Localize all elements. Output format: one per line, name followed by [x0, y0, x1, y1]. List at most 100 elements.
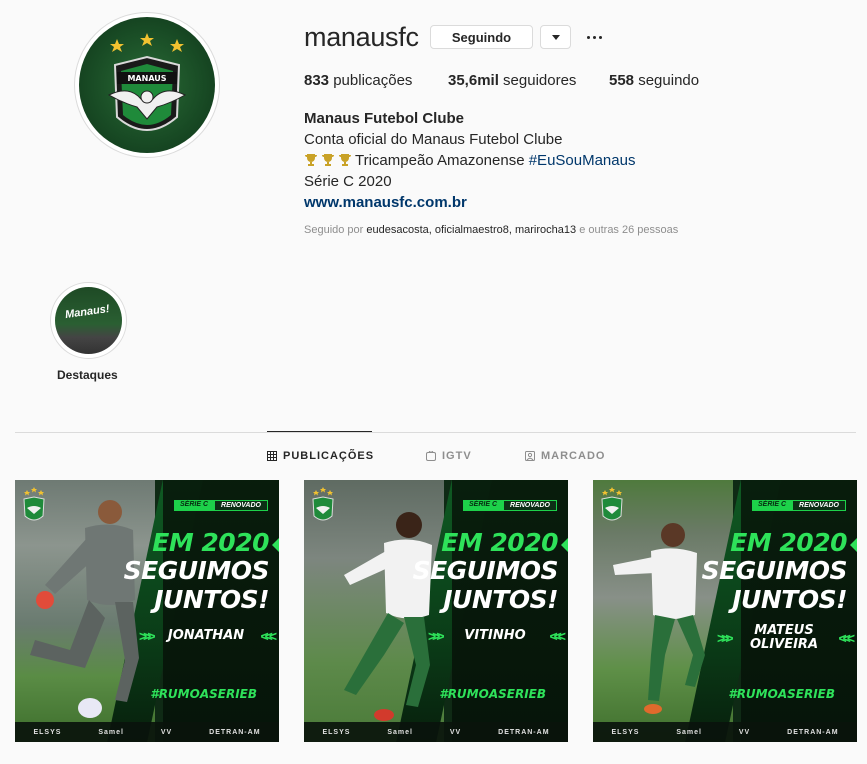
- manaus-fc-crest-icon: MANAUS: [107, 33, 187, 131]
- sponsor-logo: DETRAN-AM: [787, 728, 839, 736]
- tab-igtv[interactable]: IGTV: [426, 450, 472, 462]
- chevron-down-icon: [551, 34, 560, 40]
- trophy-icon: [305, 154, 317, 166]
- post-headline: SEGUIMOS: [701, 556, 848, 585]
- player-first-name: MATEUS: [754, 623, 814, 638]
- post-tag: SÉRIE C RENOVADO: [752, 500, 846, 511]
- suggestions-dropdown-button[interactable]: [540, 25, 571, 49]
- sponsor-bar: ELSYS Samel VV DETRAN-AM: [304, 722, 568, 742]
- sponsor-logo: VV: [160, 728, 173, 736]
- highlight-cover-text: Manaus!: [64, 302, 111, 322]
- following-label: seguindo: [638, 72, 700, 89]
- dot-icon: [598, 35, 602, 39]
- post-headline: JUNTOS!: [732, 585, 847, 614]
- sponsor-bar: ELSYS Samel VV DETRAN-AM: [593, 722, 857, 742]
- tag-renovado: RENOVADO: [503, 500, 557, 511]
- highlight-label[interactable]: Destaques: [57, 368, 118, 382]
- tag-serie-c: SÉRIE C: [752, 500, 793, 511]
- crest-text: MANAUS: [127, 74, 166, 83]
- sponsor-logo: Samel: [98, 728, 124, 736]
- igtv-icon: [426, 451, 436, 461]
- post-thumbnail[interactable]: SÉRIE C RENOVADO EM 2020 SEGUIMOS JUNTOS…: [15, 480, 279, 742]
- player-name-row: >>> JONATHAN <<<: [139, 627, 277, 644]
- post-headline: SEGUIMOS: [412, 556, 559, 585]
- tag-serie-c: SÉRIE C: [463, 500, 504, 511]
- highlight-cover: Manaus!: [55, 287, 122, 354]
- tag-serie-c: SÉRIE C: [174, 500, 215, 511]
- more-options-button[interactable]: [583, 27, 605, 47]
- chevrons-left-icon: <<<: [260, 628, 276, 644]
- followed-by-suffix: e outras 26 pessoas: [579, 224, 679, 236]
- profile-stats: 833 publicações 35,6mil seguidores 558 s…: [304, 72, 699, 89]
- posts-count: 833: [304, 72, 330, 89]
- tab-tagged[interactable]: MARCADO: [525, 450, 605, 462]
- player-name-row: >>> MATEUS OLIVEIRA <<<: [717, 623, 855, 653]
- followed-by-names[interactable]: eudesacosta, oficialmaestro8, marirocha1…: [366, 224, 576, 236]
- posts-stat: 833 publicações: [304, 72, 448, 89]
- sponsor-logo: VV: [449, 728, 462, 736]
- player-name-row: >>> VITINHO <<<: [428, 627, 566, 644]
- post-tag: SÉRIE C RENOVADO: [174, 500, 268, 511]
- notch-decoration: [850, 538, 857, 552]
- post-hashtag: #RUMOASERIEB: [728, 687, 835, 701]
- sponsor-logo: Samel: [387, 728, 413, 736]
- manaus-fc-crest-icon: [601, 487, 623, 521]
- dot-icon: [592, 35, 596, 39]
- post-hashtag: #RUMOASERIEB: [150, 687, 257, 701]
- tab-label: MARCADO: [541, 450, 606, 462]
- following-button[interactable]: Seguindo: [430, 25, 533, 49]
- notch-decoration: [561, 538, 568, 552]
- trophy-icon: [322, 154, 334, 166]
- sponsor-logo: DETRAN-AM: [209, 728, 261, 736]
- post-tag: SÉRIE C RENOVADO: [463, 500, 557, 511]
- sponsor-logo: VV: [738, 728, 751, 736]
- post-headline: JUNTOS!: [154, 585, 269, 614]
- username: manausfc: [304, 22, 419, 52]
- chevrons-right-icon: >>>: [428, 628, 444, 644]
- tabs-divider: [15, 432, 856, 433]
- trophy-icon: [339, 154, 351, 166]
- player-last-name: OLIVEIRA: [749, 637, 819, 653]
- avatar[interactable]: MANAUS: [79, 17, 215, 153]
- chevrons-left-icon: <<<: [838, 630, 854, 647]
- player-vitinho-image: [344, 512, 432, 721]
- sponsor-logo: Samel: [676, 728, 702, 736]
- bio-text: Tricampeão Amazonense: [355, 152, 525, 169]
- manaus-fc-crest-icon: [312, 487, 334, 521]
- post-headline: EM 2020: [730, 528, 847, 557]
- player-name: MATEUS OLIVEIRA: [749, 623, 819, 653]
- bio-line: Conta oficial do Manaus Futebol Clube: [304, 131, 563, 148]
- chevrons-left-icon: <<<: [549, 628, 565, 644]
- player-mateus-oliveira-image: [613, 523, 705, 714]
- active-tab-indicator: [267, 431, 372, 432]
- following-stat[interactable]: 558 seguindo: [609, 72, 699, 89]
- tab-label: PUBLICAÇÕES: [283, 450, 375, 462]
- post-headline: JUNTOS!: [443, 585, 558, 614]
- post-headline: SEGUIMOS: [123, 556, 270, 585]
- post-headline: EM 2020: [441, 528, 558, 557]
- followers-stat[interactable]: 35,6mil seguidores: [448, 72, 609, 89]
- followers-count: 35,6mil: [448, 72, 499, 89]
- post-thumbnail[interactable]: SÉRIE C RENOVADO EM 2020 SEGUIMOS JUNTOS…: [304, 480, 568, 742]
- followed-by-prefix: Seguido por: [304, 224, 364, 236]
- post-thumbnail[interactable]: SÉRIE C RENOVADO EM 2020 SEGUIMOS JUNTOS…: [593, 480, 857, 742]
- player-name: JONATHAN: [167, 627, 245, 643]
- followed-by-text[interactable]: Seguido por eudesacosta, oficialmaestro8…: [304, 224, 678, 236]
- player-name: VITINHO: [464, 627, 526, 643]
- tab-label: IGTV: [442, 450, 472, 462]
- tag-renovado: RENOVADO: [792, 500, 846, 511]
- notch-decoration: [272, 538, 279, 552]
- hashtag-link[interactable]: #EuSouManaus: [529, 152, 636, 169]
- sponsor-bar: ELSYS Samel VV DETRAN-AM: [15, 722, 279, 742]
- bio-line: Série C 2020: [304, 173, 392, 190]
- sponsor-logo: ELSYS: [322, 728, 351, 736]
- sponsor-logo: ELSYS: [33, 728, 62, 736]
- tab-posts[interactable]: PUBLICAÇÕES: [267, 450, 374, 462]
- dot-icon: [586, 35, 590, 39]
- highlight-destaques[interactable]: Manaus!: [50, 282, 127, 359]
- following-count: 558: [609, 72, 635, 89]
- website-link[interactable]: www.manausfc.com.br: [304, 194, 467, 211]
- full-name: Manaus Futebol Clube: [304, 110, 465, 127]
- profile-avatar-ring[interactable]: MANAUS: [74, 12, 220, 158]
- chevrons-right-icon: >>>: [139, 628, 155, 644]
